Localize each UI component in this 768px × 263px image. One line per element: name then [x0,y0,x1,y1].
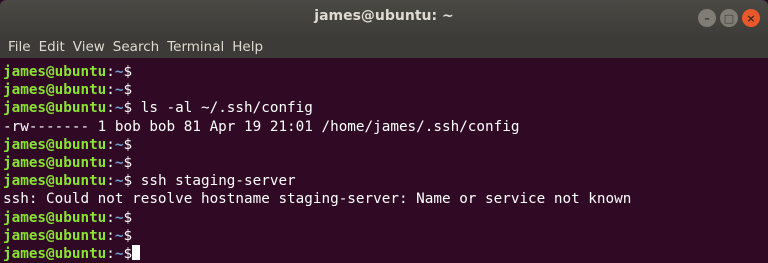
terminal-prompt-line: james@ubuntu:~$ [3,154,768,172]
prompt-separator: : [106,173,115,190]
prompt-separator: : [106,64,115,80]
menu-view[interactable]: View [73,39,105,55]
prompt-separator: : [106,154,115,171]
command-text: ls -al ~/.ssh/config [132,100,313,117]
prompt-user: james@ubuntu [3,227,107,244]
prompt-symbol: $ [123,100,133,117]
prompt-symbol: $ [123,227,133,244]
maximize-button[interactable]: □ [720,9,738,27]
menu-bar: File Edit View Search Terminal Help [0,36,768,58]
minimize-button[interactable]: – [698,9,716,27]
prompt-separator: : [106,227,115,244]
terminal-prompt-line: james@ubuntu:~$ [3,63,768,81]
prompt-symbol: $ [123,209,133,226]
close-button[interactable]: × [742,9,760,27]
terminal-prompt-line: james@ubuntu:~$ [3,136,768,154]
prompt-path: ~ [114,173,124,190]
window-controls: – □ × [698,9,760,27]
prompt-symbol: $ [123,64,133,80]
prompt-user: james@ubuntu [3,100,107,117]
prompt-path: ~ [114,245,124,262]
prompt-user: james@ubuntu [3,136,107,153]
prompt-symbol: $ [123,82,133,99]
title-bar[interactable]: james@ubuntu: ~ – □ × [0,0,768,36]
terminal-prompt-line: james@ubuntu:~$ [3,244,768,263]
menu-file[interactable]: File [8,39,31,55]
prompt-path: ~ [114,136,124,153]
prompt-path: ~ [114,154,124,171]
prompt-symbol: $ [123,136,133,153]
menu-terminal[interactable]: Terminal [167,39,224,55]
prompt-path: ~ [114,209,124,226]
prompt-user: james@ubuntu [3,154,107,171]
terminal-prompt-line: james@ubuntu:~$ [3,227,768,245]
prompt-separator: : [106,82,115,99]
prompt-symbol: $ [123,154,133,171]
prompt-path: ~ [114,64,124,80]
prompt-separator: : [106,209,115,226]
terminal-prompt-line: james@ubuntu:~$ [3,209,768,227]
terminal-output-line: -rw------- 1 bob bob 81 Apr 19 21:01 /ho… [3,118,520,135]
prompt-path: ~ [114,227,124,244]
prompt-user: james@ubuntu [3,245,107,262]
terminal-prompt-line: james@ubuntu:~$ ls -al ~/.ssh/config [3,99,768,117]
window-title: james@ubuntu: ~ [314,8,454,24]
menu-help[interactable]: Help [232,39,263,55]
prompt-symbol: $ [123,173,133,190]
menu-edit[interactable]: Edit [39,39,65,55]
terminal-prompt-line: james@ubuntu:~$ ssh staging-server [3,172,768,190]
prompt-path: ~ [114,82,124,99]
terminal-output-line: ssh: Could not resolve hostname staging-… [3,191,632,208]
prompt-path: ~ [114,100,124,117]
prompt-separator: : [106,245,115,262]
command-text: ssh staging-server [132,173,296,190]
menu-search[interactable]: Search [113,39,159,55]
prompt-separator: : [106,136,115,153]
prompt-user: james@ubuntu [3,173,107,190]
terminal-output-area[interactable]: james@ubuntu:~$ james@ubuntu:~$ james@ubun… [0,58,768,263]
prompt-user: james@ubuntu [3,209,107,226]
prompt-symbol: $ [123,245,133,262]
prompt-separator: : [106,100,115,117]
terminal-window: james@ubuntu: ~ – □ × File Edit View Sea… [0,0,768,263]
text-cursor [132,244,141,260]
terminal-prompt-line: james@ubuntu:~$ [3,81,768,99]
prompt-user: james@ubuntu [3,64,107,80]
prompt-user: james@ubuntu [3,82,107,99]
